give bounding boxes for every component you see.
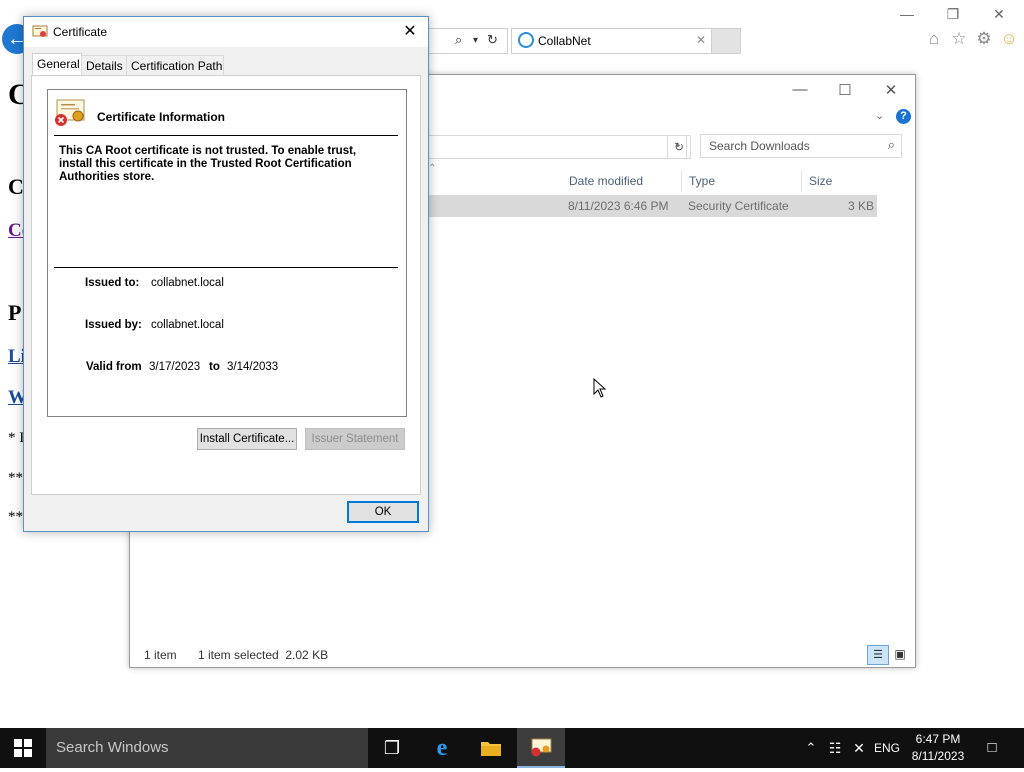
column-type[interactable]: Type [681, 170, 802, 192]
gear-icon[interactable]: ⚙ [973, 29, 995, 49]
mouse-cursor-icon [593, 377, 607, 401]
language-indicator[interactable]: ENG [872, 728, 902, 768]
certificate-taskbar-button[interactable] [517, 728, 565, 768]
tab-certification-path[interactable]: Certification Path [126, 55, 224, 76]
page-text-fragment: ** [8, 470, 23, 486]
ok-button[interactable]: OK [347, 501, 419, 523]
page-section-fragment: P [8, 300, 22, 325]
dialog-close-button[interactable]: ✕ [398, 20, 422, 44]
sort-arrow-icon: ⌃ [428, 163, 437, 174]
taskbar-search-placeholder: Search Windows [56, 739, 169, 756]
explorer-address-bar[interactable]: ⌄ [425, 135, 687, 159]
tab-close-icon[interactable]: ✕ [696, 33, 706, 47]
close-icon: ✕ [403, 23, 417, 40]
clock-date: 8/11/2023 [911, 749, 965, 763]
issuer-statement-button[interactable]: Issuer Statement [305, 428, 405, 450]
certificate-info-box: Certificate Information This CA Root cer… [47, 89, 407, 417]
column-size[interactable]: Size [801, 170, 879, 192]
general-tab-panel: Certificate Information This CA Root cer… [31, 75, 421, 495]
folder-icon [481, 742, 501, 756]
internet-explorer-icon: e [436, 735, 448, 761]
taskbar-search-input[interactable]: Search Windows [46, 728, 368, 768]
explorer-maximize-button[interactable]: ☐ [830, 81, 860, 99]
certificate-icon [32, 25, 48, 37]
certificate-icon [531, 738, 552, 757]
ie-icon [518, 32, 534, 48]
page-text-fragment: * I [8, 430, 25, 446]
minimize-button[interactable]: — [896, 6, 918, 22]
tab-details[interactable]: Details [81, 55, 127, 76]
search-placeholder: Search Downloads [709, 139, 810, 153]
issued-to-value: collabnet.local [151, 277, 224, 289]
info-title: Certificate Information [97, 110, 226, 124]
dialog-titlebar[interactable]: Certificate ✕ [24, 17, 428, 47]
new-tab-button[interactable] [711, 28, 741, 54]
trust-warning-text: This CA Root certificate is not trusted.… [59, 145, 357, 183]
issued-by-label: Issued by: [85, 319, 142, 331]
restore-button[interactable]: ❐ [942, 6, 964, 23]
start-button[interactable] [0, 728, 46, 768]
file-explorer-taskbar-button[interactable] [467, 728, 515, 768]
row-size: 3 KB [848, 199, 875, 213]
explorer-close-button[interactable]: ✕ [876, 81, 906, 99]
dropdown-icon[interactable]: ▾ [473, 35, 478, 46]
home-icon[interactable]: ⌂ [923, 29, 945, 49]
clock-time: 6:47 PM [915, 732, 961, 746]
install-certificate-button[interactable]: Install Certificate... [197, 428, 297, 450]
explorer-search-input[interactable]: Search Downloads ⌕ [700, 134, 902, 158]
ribbon-expand-icon[interactable]: ⌄ [875, 109, 884, 122]
status-item-count: 1 item [144, 648, 177, 662]
task-view-icon: ❐ [383, 738, 401, 758]
tab-general[interactable]: General [32, 53, 82, 76]
details-view-icon[interactable]: ☰ [867, 645, 889, 665]
row-type: Security Certificate [688, 199, 789, 213]
network-icon[interactable]: ☷ [824, 728, 846, 768]
clock[interactable]: 6:47 PM 8/11/2023 [905, 731, 971, 765]
issued-by-value: collabnet.local [151, 319, 224, 331]
tab-title: CollabNet [538, 34, 591, 48]
taskbar: Search Windows ❐ e ⌃ ☷ ✕ ENG 6:47 PM 8/1… [0, 728, 1024, 768]
status-selection: 1 item selected 2.02 KB [198, 648, 329, 662]
close-button[interactable]: ✕ [988, 6, 1010, 23]
windows-logo-icon [14, 739, 32, 757]
task-view-button[interactable]: ❐ [368, 728, 416, 768]
untrusted-certificate-icon [55, 99, 85, 126]
row-date-modified: 8/11/2023 6:46 PM [568, 199, 669, 213]
valid-from-value: 3/17/2023 [149, 361, 201, 373]
internet-explorer-taskbar-button[interactable]: e [418, 728, 466, 768]
search-icon[interactable]: ⌕ [455, 32, 462, 48]
explorer-minimize-button[interactable]: — [785, 81, 815, 98]
notifications-icon[interactable]: □ [980, 728, 1004, 768]
issued-to-label: Issued to: [85, 277, 140, 289]
search-icon: ⌕ [887, 137, 895, 152]
page-text-fragment: ** [8, 509, 23, 525]
address-bar-tail[interactable]: ⌕ ▾ ↻ [427, 28, 508, 54]
browser-tab[interactable]: CollabNet ✕ [511, 28, 713, 54]
divider [54, 135, 398, 136]
table-row[interactable]: 8/11/2023 6:46 PM Security Certificate 3… [427, 195, 877, 217]
refresh-icon[interactable]: ↻ [487, 32, 498, 48]
column-date-modified[interactable]: Date modified [561, 170, 682, 192]
star-icon[interactable]: ☆ [948, 29, 970, 49]
valid-from-label: Valid from [86, 361, 142, 373]
valid-to-label: to [209, 361, 220, 373]
show-hidden-icons-button[interactable]: ⌃ [802, 728, 820, 768]
divider [54, 267, 398, 268]
smiley-icon[interactable]: ☺ [998, 29, 1020, 49]
refresh-icon: ↻ [673, 140, 685, 154]
page-subheading-fragment: C [8, 174, 24, 199]
valid-to-value: 3/14/2033 [227, 361, 279, 373]
large-icons-view-icon[interactable]: ▣ [891, 646, 909, 662]
explorer-refresh-button[interactable]: ↻ [667, 135, 691, 159]
volume-muted-icon[interactable]: ✕ [848, 728, 870, 768]
dialog-title: Certificate [53, 25, 108, 39]
help-icon[interactable]: ? [896, 109, 911, 124]
certificate-dialog: Certificate ✕ General Details Certificat… [23, 16, 429, 532]
